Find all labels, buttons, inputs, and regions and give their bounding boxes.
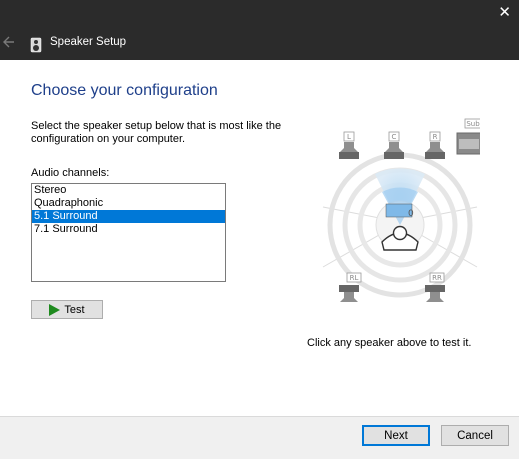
instruction-text: Select the speaker setup below that is m… xyxy=(31,120,282,145)
speaker-diagram: 0 L C R Sub RL RR xyxy=(322,118,480,302)
back-arrow-icon[interactable] xyxy=(2,32,16,52)
rear-left-label: RL xyxy=(350,274,359,282)
channel-option-stereo[interactable]: Stereo xyxy=(32,184,225,197)
dialog-title: Speaker Setup xyxy=(50,36,127,48)
next-button[interactable]: Next xyxy=(362,425,430,446)
dialog-header: Speaker Setup xyxy=(0,30,519,60)
window-titlebar: ✕ xyxy=(0,0,519,30)
channel-option-quadraphonic[interactable]: Quadraphonic xyxy=(32,197,225,210)
subwoofer-label: Sub xyxy=(466,120,480,128)
rear-right-label: RR xyxy=(432,274,442,282)
center-label: C xyxy=(392,133,397,141)
channel-option-5-1-surround[interactable]: 5.1 Surround xyxy=(32,210,225,223)
subwoofer-speaker[interactable]: Sub xyxy=(456,118,480,155)
page-heading: Choose your configuration xyxy=(31,82,218,99)
rear-left-speaker[interactable]: RL xyxy=(339,272,362,302)
svg-text:0: 0 xyxy=(408,209,414,219)
close-icon[interactable]: ✕ xyxy=(498,3,511,21)
channel-option-7-1-surround[interactable]: 7.1 Surround xyxy=(32,223,225,236)
front-right-label: R xyxy=(433,133,438,141)
audio-channels-label: Audio channels: xyxy=(31,167,110,179)
sound-field: 0 xyxy=(322,152,478,298)
rear-right-speaker[interactable]: RR xyxy=(425,272,445,302)
test-button[interactable]: Test xyxy=(31,300,103,319)
main-panel: Choose your configuration Select the spe… xyxy=(0,60,519,416)
front-left-speaker[interactable]: L xyxy=(339,131,359,159)
front-left-label: L xyxy=(347,133,351,141)
speaker-icon xyxy=(30,37,42,53)
play-icon xyxy=(49,303,61,316)
test-hint-text: Click any speaker above to test it. xyxy=(307,337,472,349)
audio-channels-listbox[interactable]: Stereo Quadraphonic 5.1 Surround 7.1 Sur… xyxy=(31,183,226,282)
front-right-speaker[interactable]: R xyxy=(425,131,445,159)
cancel-button[interactable]: Cancel xyxy=(441,425,509,446)
center-speaker[interactable]: C xyxy=(384,131,404,159)
test-button-label: Test xyxy=(64,303,85,316)
dialog-footer: Next Cancel xyxy=(0,416,519,459)
